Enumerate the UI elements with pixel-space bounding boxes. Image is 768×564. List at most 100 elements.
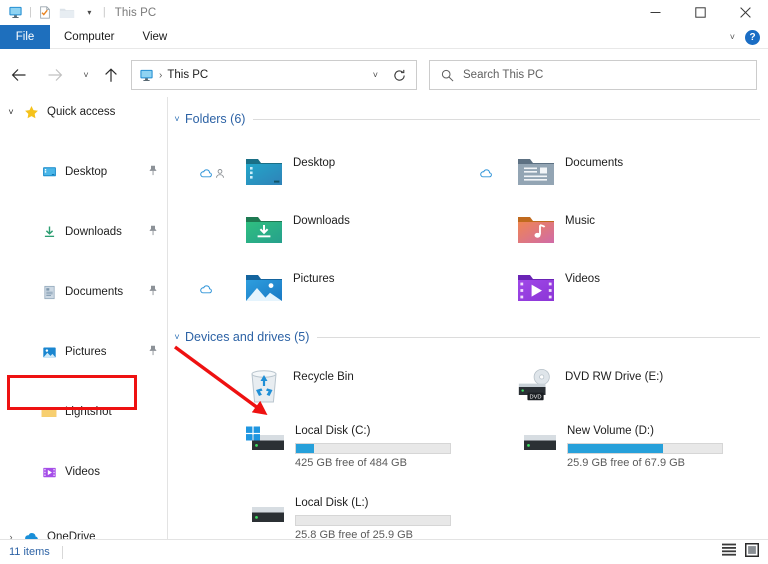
folder-tile-pictures[interactable]: Pictures (244, 268, 335, 308)
folder-tile-documents[interactable]: Documents (516, 152, 623, 192)
folder-label: Pictures (293, 273, 335, 285)
drive-tile-local-disk-c[interactable]: Local Disk (C:) 425 GB free of 484 GB (244, 420, 451, 469)
folder-tile-videos[interactable]: Videos (516, 268, 600, 308)
sidebar-item-label: Videos (65, 466, 100, 478)
properties-icon[interactable] (37, 4, 54, 21)
folder-label: Music (565, 215, 596, 227)
recycle-bin-icon (244, 366, 284, 406)
sidebar-item-pictures[interactable]: Pictures (0, 337, 167, 367)
downloads-folder-icon (244, 210, 284, 250)
breadcrumb[interactable]: This PC (167, 69, 208, 81)
close-button[interactable] (723, 0, 768, 25)
drive-info-c: Local Disk (C:) 425 GB free of 484 GB (295, 420, 451, 469)
status-bar: 11 items (0, 539, 768, 564)
sidebar-item-label: Desktop (65, 166, 108, 178)
drive-tile-local-disk-l[interactable]: Local Disk (L:) 25.8 GB free of 25.9 GB (244, 492, 451, 539)
folder-tile-music[interactable]: Music (516, 210, 595, 250)
drive-info-l: Local Disk (L:) 25.8 GB free of 25.9 GB (295, 492, 451, 539)
chevron-down-icon[interactable]: ˅ (373, 70, 378, 80)
pin-icon[interactable] (148, 163, 158, 181)
drive-tile-recycle-bin[interactable]: Recycle Bin (244, 366, 354, 406)
drive-info-d: New Volume (D:) 25.9 GB free of 67.9 GB (567, 420, 723, 469)
chevron-down-icon[interactable]: ˅ (726, 32, 739, 42)
windows-drive-icon (244, 420, 292, 460)
folder-tile-downloads[interactable]: Downloads (244, 210, 350, 250)
sidebar-item-videos[interactable]: Videos (0, 457, 167, 487)
cloud-icon (199, 284, 213, 295)
drive-label: Local Disk (L:) (295, 497, 369, 509)
sidebar-item-label: Lightshot (65, 406, 112, 418)
group-divider (253, 118, 760, 120)
quick-access-toolbar: | ▾ | This PC (0, 4, 156, 21)
recent-locations-button[interactable]: ˅ (73, 62, 99, 88)
large-icons-view-button[interactable] (744, 542, 760, 562)
capacity-meter (295, 443, 451, 454)
cloud-icon (479, 168, 493, 179)
folders-group-header[interactable]: ˅ Folders (6) (169, 108, 768, 130)
breadcrumb-separator[interactable]: › (159, 70, 162, 81)
sidebar-item-documents[interactable]: Documents (0, 277, 167, 307)
sidebar-item-lightshot[interactable]: Lightshot (0, 397, 167, 427)
search-icon (441, 69, 454, 82)
folder-label: Downloads (293, 215, 350, 227)
hard-drive-icon (244, 492, 292, 532)
folder-label-wrap: Downloads (293, 210, 350, 229)
chevron-down-icon[interactable]: ˅ (169, 332, 185, 342)
drive-tile-dvd[interactable]: DVD DVD RW Drive (E:) (516, 366, 663, 406)
minimize-button[interactable] (633, 0, 678, 25)
drive-tile-new-volume-d[interactable]: New Volume (D:) 25.9 GB free of 67.9 GB (516, 420, 723, 469)
star-icon (22, 103, 40, 121)
downloads-icon (40, 223, 58, 241)
search-box[interactable]: Search This PC (429, 60, 757, 90)
dvd-drive-icon: DVD (516, 366, 556, 406)
ribbon-tab-bar: File Computer View ˅ ? (0, 25, 768, 49)
customize-qat-chevron-icon[interactable]: ▾ (81, 4, 98, 21)
tab-view[interactable]: View (129, 25, 182, 49)
sidebar-item-downloads[interactable]: Downloads (0, 217, 167, 247)
capacity-meter (295, 515, 451, 526)
chevron-down-icon[interactable]: ˅ (0, 107, 22, 117)
pin-icon[interactable] (148, 343, 158, 361)
help-button[interactable]: ? (745, 29, 760, 45)
folder-label: Desktop (293, 157, 336, 169)
devices-group-header[interactable]: ˅ Devices and drives (5) (169, 326, 768, 348)
music-folder-icon (516, 210, 556, 250)
monitor-icon (139, 68, 154, 83)
drive-label: Local Disk (C:) (295, 425, 371, 437)
sidebar-item-quick-access[interactable]: ˅ Quick access (0, 97, 167, 127)
folders-group-label: Folders (6) (185, 112, 246, 126)
hard-drive-icon (516, 420, 564, 460)
chevron-down-icon[interactable]: ˅ (169, 114, 185, 124)
pin-icon[interactable] (148, 223, 158, 241)
tab-computer[interactable]: Computer (50, 25, 129, 49)
videos-folder-icon (516, 268, 556, 308)
documents-icon (40, 283, 58, 301)
new-folder-icon[interactable] (59, 4, 76, 21)
desktop-icon (40, 163, 58, 181)
address-bar[interactable]: › This PC ˅ (131, 60, 417, 90)
capacity-meter-fill (296, 444, 315, 453)
folder-tile-desktop[interactable]: Desktop (244, 152, 335, 192)
capacity-text: 425 GB free of 484 GB (295, 457, 407, 469)
sidebar-item-label: Downloads (65, 226, 122, 238)
cloud-shared-icon (199, 168, 225, 179)
details-view-button[interactable] (722, 543, 736, 561)
maximize-button[interactable] (678, 0, 723, 25)
back-button[interactable] (6, 62, 32, 88)
monitor-icon (7, 4, 24, 21)
up-button[interactable] (98, 62, 124, 88)
drive-label-wrap: DVD RW Drive (E:) (565, 366, 663, 385)
sidebar-item-label: Documents (65, 286, 124, 298)
sidebar-item-desktop[interactable]: Desktop (0, 157, 167, 187)
group-divider (317, 336, 760, 338)
drive-label: New Volume (D:) (567, 425, 654, 437)
refresh-icon[interactable] (393, 69, 406, 82)
pin-icon[interactable] (148, 283, 158, 301)
forward-button[interactable] (42, 62, 68, 88)
qat-divider-2: | (102, 6, 106, 18)
search-input[interactable]: Search This PC (463, 69, 543, 81)
devices-grid: Recycle Bin DVD DVD RW Drive (E:) Local … (169, 348, 768, 539)
svg-text:DVD: DVD (530, 394, 542, 400)
desktop-folder-icon (244, 152, 284, 192)
tab-file[interactable]: File (0, 25, 50, 49)
